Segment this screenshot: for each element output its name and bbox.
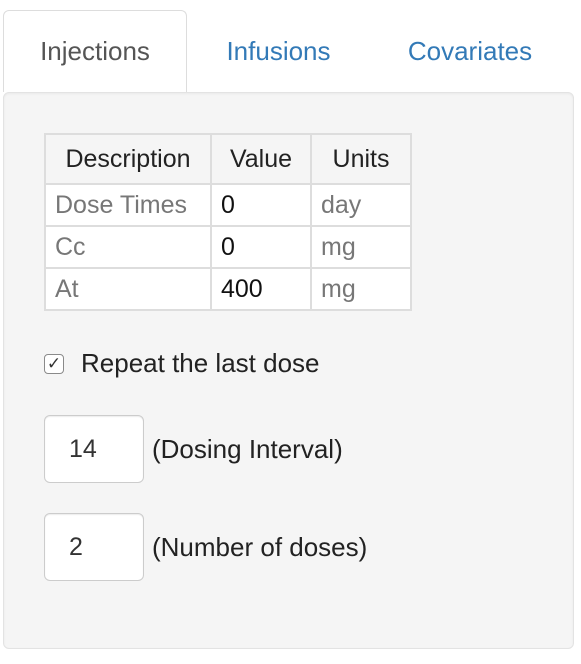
cell-units: mg: [310, 225, 412, 269]
checkmark-icon: ✓: [46, 354, 62, 373]
cell-units: mg: [310, 267, 412, 311]
cell-value-editable[interactable]: 0: [210, 183, 312, 227]
cell-value-editable[interactable]: 400: [210, 267, 312, 311]
number-of-doses-label: (Number of doses): [152, 531, 368, 562]
table-row: Cc 0 mg: [44, 225, 412, 269]
cell-value-editable[interactable]: 0: [210, 225, 312, 269]
tab-bar: Injections Infusions Covariates: [0, 0, 581, 92]
cell-description: Dose Times: [44, 183, 212, 227]
cell-description: Cc: [44, 225, 212, 269]
tab-covariates[interactable]: Covariates: [370, 10, 570, 92]
dosing-interval-label: (Dosing Interval): [152, 433, 343, 464]
number-of-doses-input[interactable]: [44, 513, 144, 581]
header-description: Description: [44, 133, 212, 185]
injections-panel: Description Value Units Dose Times 0 day…: [3, 92, 574, 649]
dose-table: Description Value Units Dose Times 0 day…: [44, 133, 412, 311]
repeat-last-dose-checkbox[interactable]: ✓: [44, 353, 64, 374]
header-value: Value: [210, 133, 312, 185]
table-row: At 400 mg: [44, 267, 412, 311]
dosing-interval-row: (Dosing Interval): [44, 415, 343, 483]
number-of-doses-row: (Number of doses): [44, 513, 367, 581]
table-header-row: Description Value Units: [44, 133, 412, 185]
tab-infusions[interactable]: Infusions: [187, 10, 370, 92]
cell-description: At: [44, 267, 212, 311]
dosing-interval-input[interactable]: [44, 415, 144, 483]
repeat-last-dose-option: ✓ Repeat the last dose: [44, 348, 320, 379]
table-row: Dose Times 0 day: [44, 183, 412, 227]
tab-injections[interactable]: Injections: [3, 10, 187, 92]
cell-units: day: [310, 183, 412, 227]
repeat-last-dose-label[interactable]: Repeat the last dose: [81, 348, 320, 379]
header-units: Units: [310, 133, 412, 185]
